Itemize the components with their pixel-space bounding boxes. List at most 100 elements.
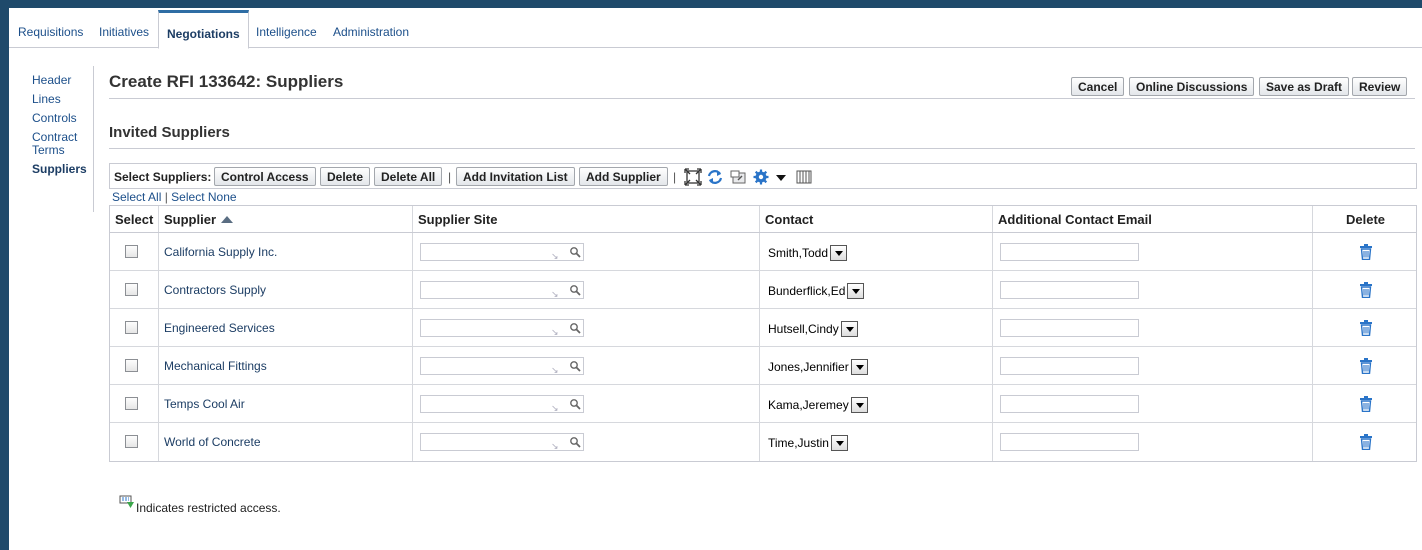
column-header-supplier-label: Supplier (164, 212, 217, 227)
columns-icon[interactable] (795, 168, 813, 186)
contact-select[interactable]: Jones,Jennifier (768, 358, 868, 376)
contact-cell: Jones,Jennifier (760, 347, 993, 384)
chevron-down-icon[interactable] (850, 359, 868, 375)
additional-email-input[interactable] (1000, 243, 1139, 261)
tab-initiatives[interactable]: Initiatives (99, 25, 149, 39)
resize-handle-icon: ↘ (551, 365, 559, 375)
supplier-link[interactable]: Mechanical Fittings (164, 359, 267, 373)
resize-handle-icon: ↘ (551, 441, 559, 451)
row-select-checkbox[interactable] (125, 321, 138, 334)
add-invitation-list-button[interactable]: Add Invitation List (456, 167, 575, 186)
table-row: Mechanical Fittings ↘ Jones,Jennifier (110, 347, 1416, 385)
trash-icon[interactable] (1359, 244, 1373, 261)
search-icon[interactable] (569, 436, 581, 448)
chevron-down-icon[interactable] (830, 245, 848, 261)
detach-icon[interactable] (684, 168, 702, 186)
contact-select[interactable]: Bunderflick,Ed (768, 282, 865, 300)
online-discussions-button[interactable]: Online Discussions (1129, 77, 1255, 96)
contact-select[interactable]: Smith,Todd (768, 244, 848, 262)
title-divider (109, 98, 1415, 99)
contact-value: Smith,Todd (768, 246, 829, 260)
suppliers-table: Select Supplier Supplier Site Contact Ad… (109, 205, 1417, 462)
supplier-link[interactable]: California Supply Inc. (164, 245, 277, 259)
save-as-draft-button[interactable]: Save as Draft (1259, 77, 1350, 96)
tab-requisitions[interactable]: Requisitions (18, 25, 83, 39)
trash-icon[interactable] (1359, 320, 1373, 337)
search-icon[interactable] (569, 322, 581, 334)
toolbar-separator: | (673, 170, 677, 184)
additional-email-input[interactable] (1000, 319, 1139, 337)
table-row: World of Concrete ↘ Time,Justin (110, 423, 1416, 461)
nav-contract-terms[interactable]: Contract Terms (32, 131, 94, 157)
contact-cell: Bunderflick,Ed (760, 271, 993, 308)
supplier-site-input[interactable]: ↘ (420, 433, 584, 451)
add-supplier-button[interactable]: Add Supplier (579, 167, 668, 186)
tab-administration[interactable]: Administration (333, 25, 409, 39)
review-button[interactable]: Review (1352, 77, 1408, 96)
tab-negotiations[interactable]: Negotiations (158, 10, 249, 49)
contact-select[interactable]: Kama,Jeremey (768, 396, 868, 414)
delete-cell (1313, 347, 1418, 384)
supplier-site-input[interactable]: ↘ (420, 319, 584, 337)
trash-icon[interactable] (1359, 358, 1373, 375)
toolbar-label: Select Suppliers: (114, 170, 212, 184)
supplier-link[interactable]: Contractors Supply (164, 283, 266, 297)
restricted-access-note: Indicates restricted access. (136, 501, 281, 515)
row-select-checkbox[interactable] (125, 435, 138, 448)
supplier-site-input[interactable]: ↘ (420, 395, 584, 413)
refresh-icon[interactable] (706, 168, 724, 186)
contact-select[interactable]: Hutsell,Cindy (768, 320, 858, 338)
row-select-checkbox[interactable] (125, 245, 138, 258)
section-title: Invited Suppliers (109, 124, 230, 141)
trash-icon[interactable] (1359, 396, 1373, 413)
nav-header[interactable]: Header (32, 74, 94, 87)
additional-email-input[interactable] (1000, 357, 1139, 375)
contact-select[interactable]: Time,Justin (768, 434, 848, 452)
sort-ascending-icon[interactable] (221, 216, 234, 223)
supplier-link[interactable]: World of Concrete (164, 435, 261, 449)
supplier-site-input[interactable]: ↘ (420, 357, 584, 375)
settings-dropdown-icon[interactable] (776, 175, 786, 181)
additional-email-input[interactable] (1000, 433, 1139, 451)
chevron-down-icon[interactable] (850, 397, 868, 413)
delete-button[interactable]: Delete (320, 167, 371, 186)
supplier-link[interactable]: Temps Cool Air (164, 397, 245, 411)
cancel-button[interactable]: Cancel (1071, 77, 1125, 96)
row-select-checkbox[interactable] (125, 359, 138, 372)
select-all-link[interactable]: Select All (112, 190, 161, 204)
supplier-site-cell: ↘ (413, 233, 760, 270)
search-icon[interactable] (569, 284, 581, 296)
settings-icon[interactable] (753, 168, 773, 186)
export-icon[interactable] (729, 168, 747, 186)
email-cell (993, 233, 1313, 270)
search-icon[interactable] (569, 360, 581, 372)
trash-icon[interactable] (1359, 434, 1373, 451)
nav-lines[interactable]: Lines (32, 93, 94, 106)
link-separator: | (164, 190, 168, 204)
additional-email-input[interactable] (1000, 395, 1139, 413)
search-icon[interactable] (569, 246, 581, 258)
search-icon[interactable] (569, 398, 581, 410)
supplier-link[interactable]: Engineered Services (164, 321, 275, 335)
chevron-down-icon[interactable] (830, 435, 848, 451)
contact-cell: Kama,Jeremey (760, 385, 993, 422)
chevron-down-icon[interactable] (847, 283, 865, 299)
nav-suppliers[interactable]: Suppliers (32, 163, 94, 176)
supplier-site-input[interactable]: ↘ (420, 243, 584, 261)
column-header-supplier[interactable]: Supplier (159, 206, 413, 232)
tab-intelligence[interactable]: Intelligence (256, 25, 317, 39)
delete-all-button[interactable]: Delete All (374, 167, 443, 186)
nav-controls[interactable]: Controls (32, 112, 94, 125)
trash-icon[interactable] (1359, 282, 1373, 299)
chevron-down-icon[interactable] (840, 321, 858, 337)
additional-email-input[interactable] (1000, 281, 1139, 299)
row-select-checkbox[interactable] (125, 283, 138, 296)
column-header-contact: Contact (760, 206, 993, 232)
supplier-site-input[interactable]: ↘ (420, 281, 584, 299)
resize-handle-icon: ↘ (551, 289, 559, 299)
restricted-access-icon (119, 495, 134, 508)
control-access-button[interactable]: Control Access (214, 167, 316, 186)
supplier-cell: World of Concrete (159, 423, 413, 461)
row-select-checkbox[interactable] (125, 397, 138, 410)
select-none-link[interactable]: Select None (171, 190, 236, 204)
